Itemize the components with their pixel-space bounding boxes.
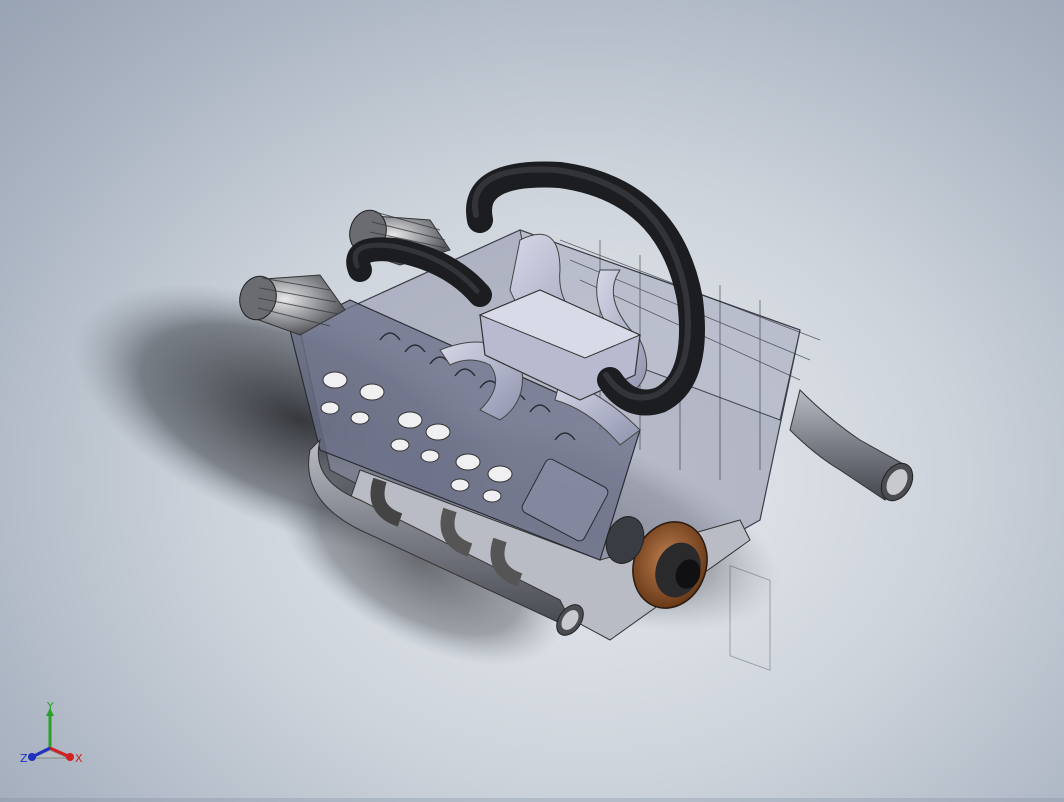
z-axis-label: Z: [20, 752, 28, 765]
coordinate-triad[interactable]: Y X Z: [18, 700, 88, 770]
z-axis-head: [28, 753, 36, 761]
y-axis-label: Y: [46, 700, 54, 713]
x-axis-head: [66, 753, 74, 761]
engine-model-render[interactable]: [0, 0, 1064, 798]
x-axis-label: X: [75, 752, 83, 765]
right-exhaust-pipe[interactable]: [789, 389, 919, 506]
graphics-viewport[interactable]: [0, 0, 1064, 798]
